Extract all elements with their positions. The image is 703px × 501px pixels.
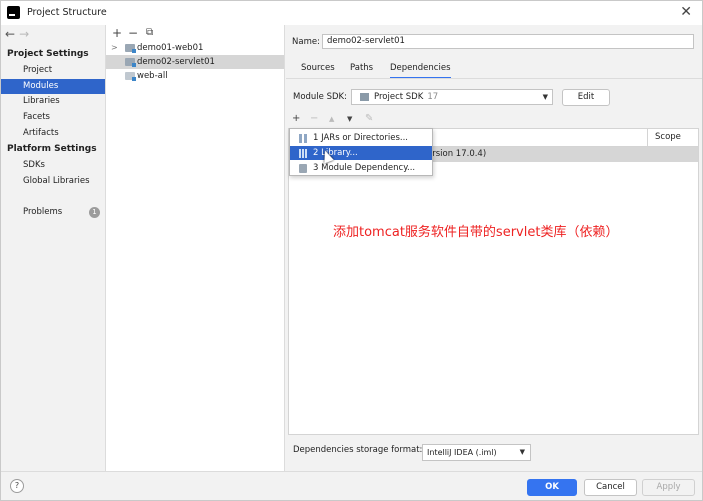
remove-dependency-button[interactable]: − (310, 113, 318, 124)
module-icon (299, 164, 307, 173)
apply-button[interactable]: Apply (642, 479, 695, 496)
platform-settings-heading: Platform Settings (7, 144, 97, 154)
menu-item-module-dependency[interactable]: 3 Module Dependency... (290, 161, 432, 175)
add-dependency-button[interactable]: + (292, 113, 300, 124)
tab-paths[interactable]: Paths (350, 63, 373, 73)
cancel-button[interactable]: Cancel (584, 479, 637, 496)
sdk-version: 17 (427, 92, 439, 102)
module-folder-icon (125, 58, 136, 67)
jar-icon (299, 134, 307, 143)
module-sdk-label: Module SDK: (293, 92, 347, 102)
annotation-text: 添加tomcat服务软件自带的servlet类库（依赖） (333, 225, 619, 240)
tree-item-web-all[interactable]: web-all (106, 69, 284, 83)
library-icon (299, 149, 307, 158)
sidebar-item-sdks[interactable]: SDKs (1, 158, 105, 173)
module-name-field[interactable]: demo02-servlet01 (322, 34, 694, 49)
sidebar-item-global-libraries[interactable]: Global Libraries (1, 174, 105, 189)
tree-item-label: web-all (137, 71, 168, 81)
module-detail-panel: Name: demo02-servlet01 Sources Paths Dep… (286, 25, 702, 471)
tab-sources[interactable]: Sources (301, 63, 335, 73)
tree-item-demo01-web01[interactable]: > demo01-web01 (106, 41, 284, 55)
menu-item-jars-or-directories[interactable]: 1 JARs or Directories... (290, 131, 432, 145)
module-tree-panel: + − ⧉ > demo01-web01 demo02-servlet01 we… (105, 25, 285, 471)
close-icon[interactable]: ✕ (680, 4, 692, 20)
copy-module-button[interactable]: ⧉ (146, 25, 153, 41)
tree-item-label: demo02-servlet01 (137, 57, 215, 67)
dialog-button-bar: ? OK Cancel Apply (1, 471, 702, 500)
nav-arrows: ←→ (5, 27, 33, 41)
back-arrow-icon[interactable]: ← (5, 27, 19, 41)
title-bar: Project Structure ✕ (1, 1, 702, 25)
settings-sidebar: ←→ Project Settings Project Modules Libr… (1, 25, 105, 471)
dependency-row-text: ersion 17.0.4) (427, 149, 487, 159)
add-dependency-popup-menu: 1 JARs or Directories... 2 Library... 3 … (289, 128, 433, 176)
tree-item-label: demo01-web01 (137, 43, 204, 53)
forward-arrow-icon[interactable]: → (19, 27, 33, 41)
edit-dependency-icon[interactable]: ✎ (365, 113, 373, 124)
storage-format-value: IntelliJ IDEA (.iml) (427, 448, 497, 457)
problems-count-badge: 1 (89, 207, 100, 218)
storage-format-label: Dependencies storage format: (293, 445, 423, 455)
module-folder-icon (125, 44, 136, 53)
sidebar-item-modules[interactable]: Modules (1, 79, 105, 94)
move-down-button[interactable]: ▼ (347, 115, 352, 123)
help-button[interactable]: ? (10, 479, 24, 493)
chevron-down-icon: ▼ (542, 93, 548, 101)
storage-format-dropdown[interactable]: IntelliJ IDEA (.iml) ▼ (422, 444, 531, 461)
scope-column-header[interactable]: Scope (647, 129, 699, 146)
sidebar-item-libraries[interactable]: Libraries (1, 94, 105, 109)
module-sdk-dropdown[interactable]: Project SDK 17 ▼ (351, 89, 553, 105)
sdk-value: Project SDK (374, 92, 424, 102)
intellij-app-icon (7, 6, 20, 19)
tabs-divider (286, 78, 702, 79)
project-structure-dialog: Project Structure ✕ ←→ Project Settings … (0, 0, 703, 501)
edit-sdk-button[interactable]: Edit (562, 89, 610, 106)
name-label: Name: (292, 37, 320, 47)
tree-toolbar: + − ⧉ (106, 25, 284, 41)
sdk-folder-icon (360, 93, 369, 101)
remove-module-button[interactable]: − (128, 25, 138, 41)
move-up-button[interactable]: ▲ (329, 115, 334, 123)
menu-item-label: 1 JARs or Directories... (313, 133, 408, 143)
chevron-right-icon[interactable]: > (111, 41, 118, 55)
window-title: Project Structure (27, 7, 107, 18)
add-module-button[interactable]: + (112, 25, 122, 41)
tree-item-demo02-servlet01[interactable]: demo02-servlet01 (106, 55, 284, 69)
project-settings-heading: Project Settings (7, 49, 89, 59)
sidebar-item-artifacts[interactable]: Artifacts (1, 126, 105, 141)
menu-item-library[interactable]: 2 Library... (290, 146, 432, 160)
chevron-down-icon: ▼ (519, 448, 525, 456)
sidebar-item-project[interactable]: Project (1, 63, 105, 78)
ok-button[interactable]: OK (527, 479, 577, 496)
module-folder-icon (125, 72, 136, 81)
menu-item-label: 3 Module Dependency... (313, 163, 416, 173)
sidebar-item-facets[interactable]: Facets (1, 110, 105, 125)
tab-dependencies[interactable]: Dependencies (390, 63, 451, 79)
